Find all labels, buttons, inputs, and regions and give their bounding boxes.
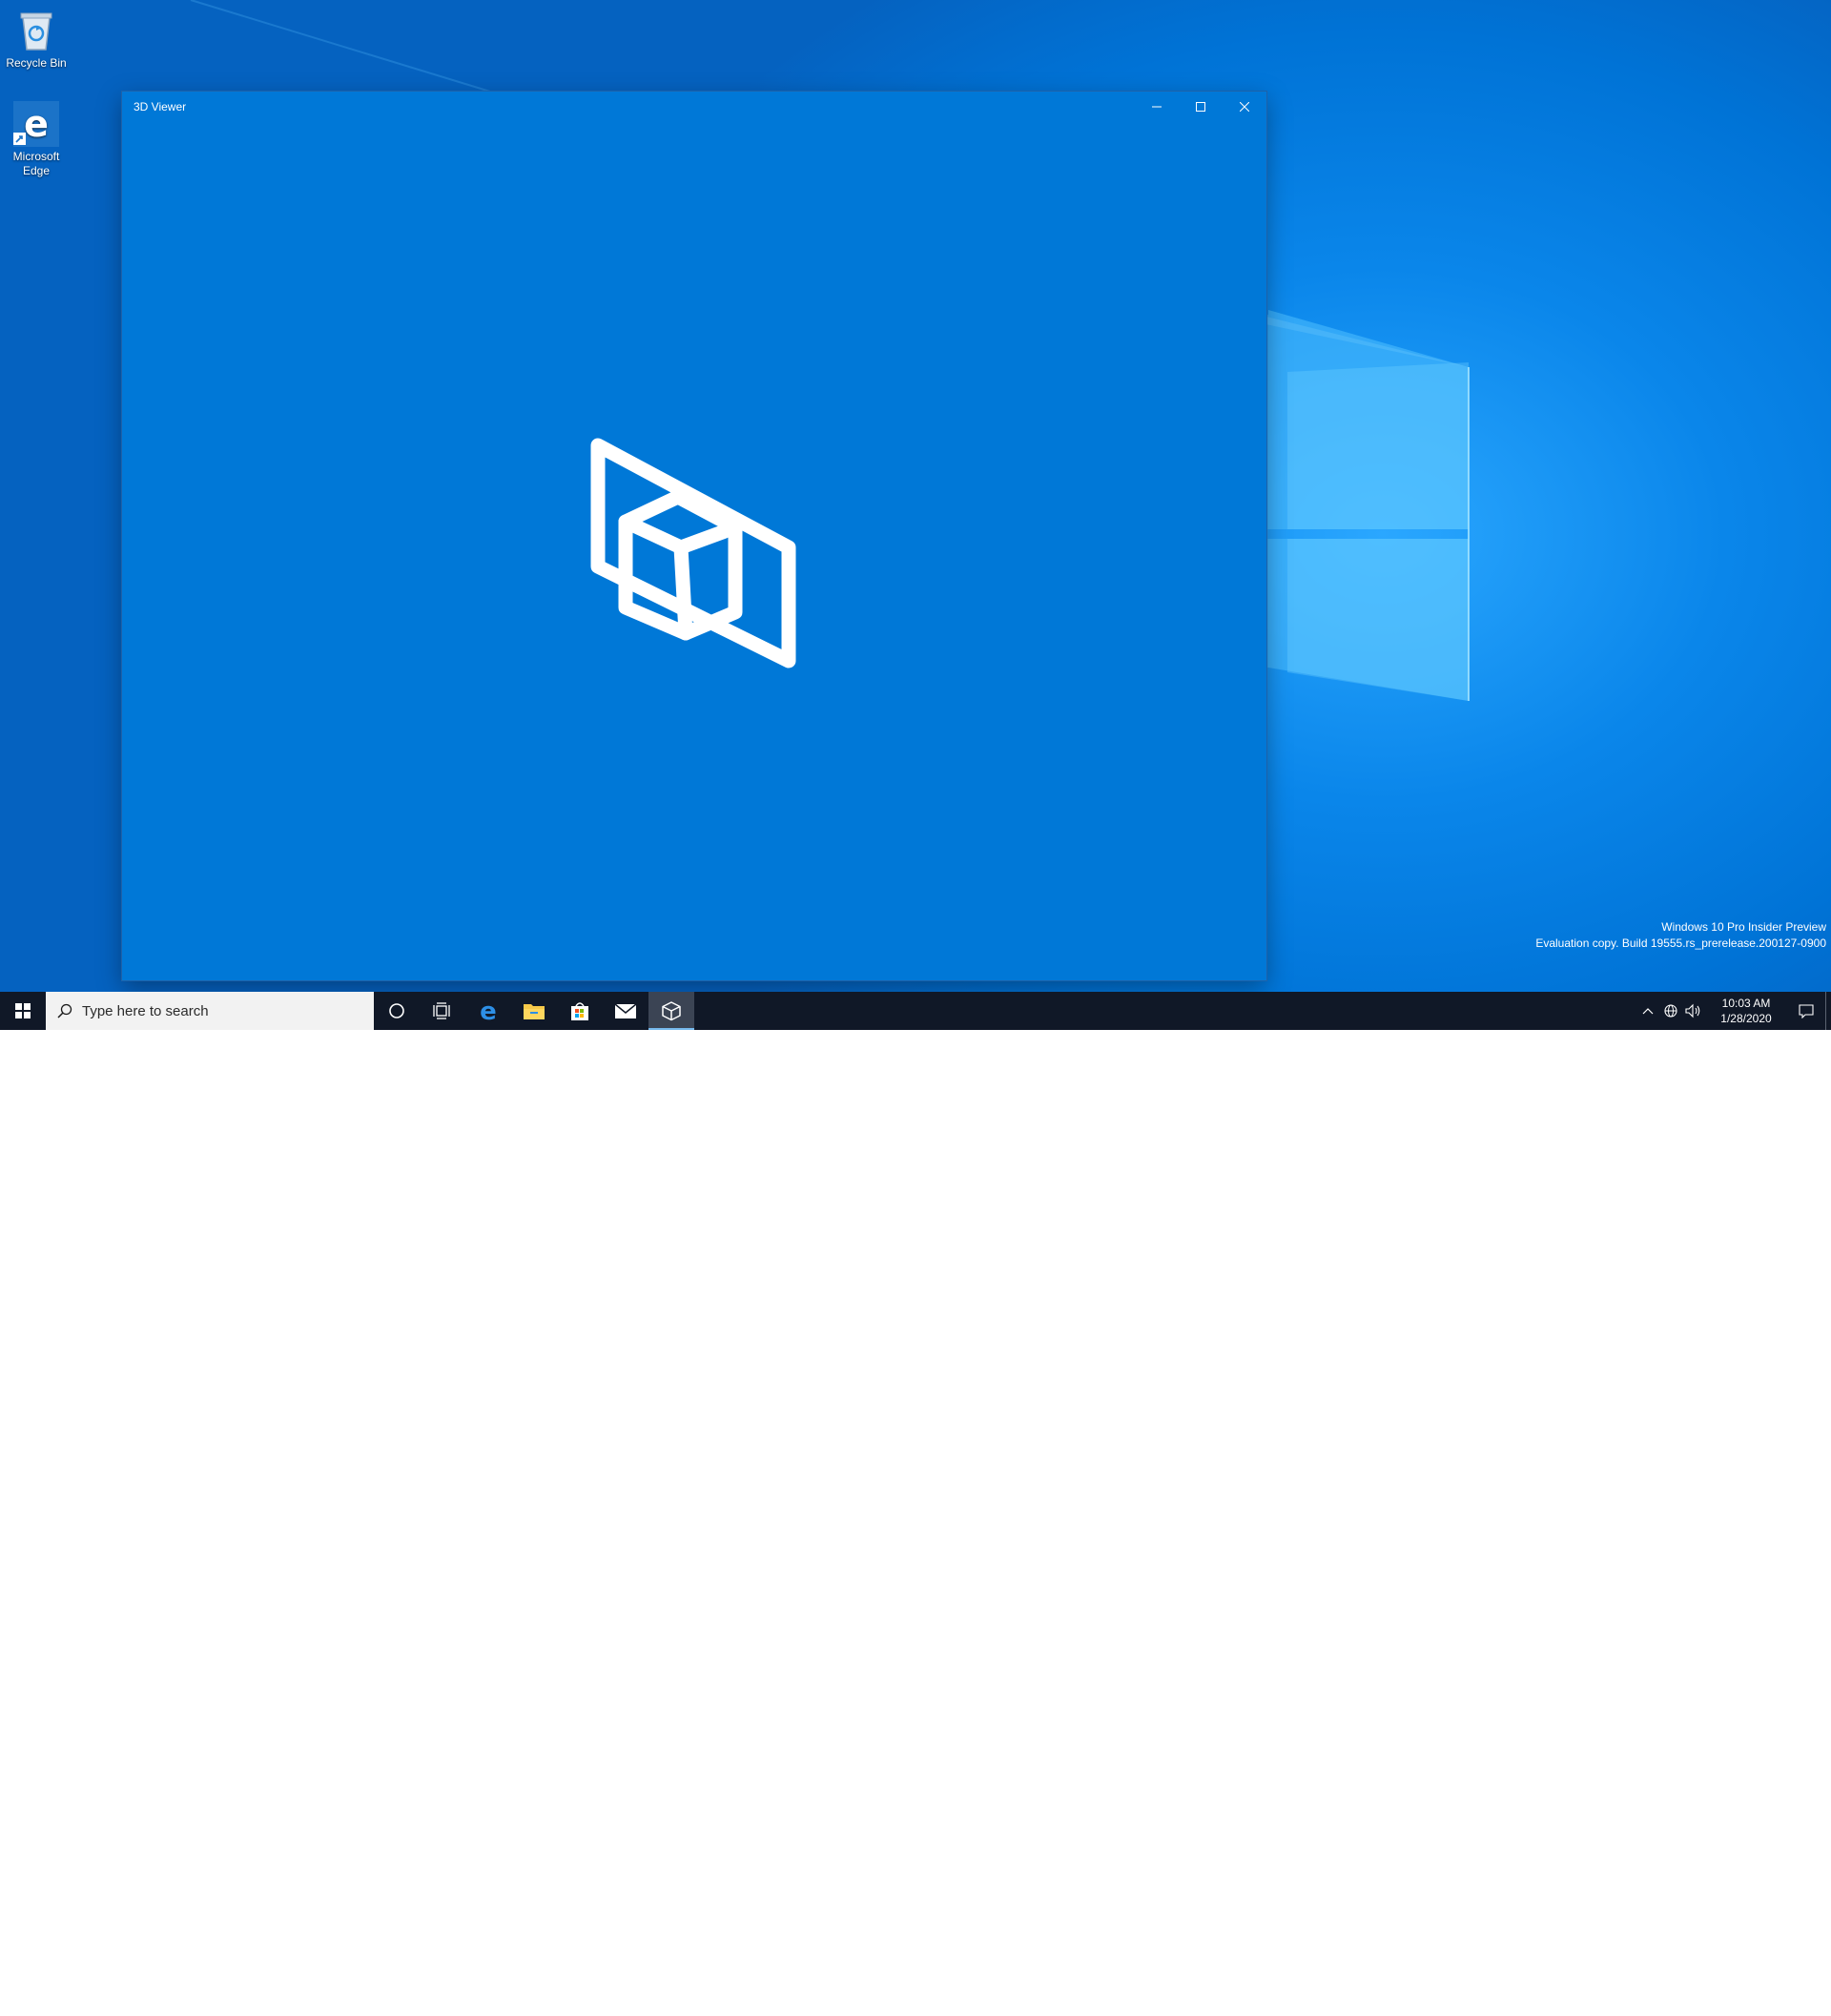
search-input[interactable] — [80, 1001, 360, 1020]
minimize-icon — [1152, 106, 1162, 108]
3d-viewer-logo-icon — [590, 438, 796, 669]
task-view-icon — [433, 1002, 450, 1019]
file-explorer-button[interactable] — [511, 992, 557, 1030]
windows-logo-icon — [15, 1003, 31, 1018]
store-button[interactable] — [557, 992, 603, 1030]
task-view-button[interactable] — [420, 992, 465, 1030]
desktop-icon-recycle-bin[interactable]: Recycle Bin — [4, 8, 69, 71]
taskbar-edge-button[interactable]: e — [465, 992, 511, 1030]
start-button[interactable] — [0, 992, 46, 1030]
clock-time: 10:03 AM — [1721, 997, 1771, 1010]
cortana-icon — [389, 1003, 404, 1018]
3d-viewer-window[interactable]: 3D Viewer — [122, 92, 1266, 980]
maximize-button[interactable] — [1179, 92, 1223, 122]
window-titlebar[interactable]: 3D Viewer — [122, 92, 1266, 122]
clock-date: 1/28/2020 — [1720, 1012, 1772, 1025]
desktop-icon-label: Recycle Bin — [6, 56, 67, 70]
overlay-logo-text: TheCollectionBook — [1650, 1985, 1810, 2007]
edge-icon: e — [480, 999, 497, 1022]
svg-text:e: e — [24, 103, 49, 145]
chevron-up-icon — [1642, 1008, 1654, 1015]
build-watermark: Windows 10 Pro Insider Preview Evaluatio… — [1535, 919, 1826, 952]
watermark-line-edition: Windows 10 Pro Insider Preview — [1661, 920, 1826, 934]
store-icon — [571, 1002, 588, 1020]
mail-button[interactable] — [603, 992, 648, 1030]
window-title: 3D Viewer — [134, 100, 187, 113]
taskbar-3d-viewer-button[interactable] — [648, 992, 694, 1030]
mail-icon — [614, 1003, 637, 1018]
show-hidden-icons-button[interactable] — [1636, 992, 1659, 1030]
show-desktop-button[interactable] — [1825, 992, 1831, 1030]
recycle-bin-icon — [13, 8, 59, 53]
taskbar: e — [0, 992, 1831, 2014]
desktop: Recycle Bin e Microsoft Edge 3D Viewer W… — [0, 0, 1831, 992]
action-center-button[interactable] — [1787, 992, 1825, 1030]
close-button[interactable] — [1223, 92, 1266, 122]
volume-button[interactable] — [1682, 992, 1705, 1030]
edge-icon: e — [13, 101, 59, 147]
system-tray: 10:03 AM 1/28/2020 — [1636, 992, 1831, 1030]
taskbar-search-box[interactable] — [46, 992, 374, 1030]
svg-text:e: e — [480, 999, 497, 1022]
book-logo-icon — [1605, 1982, 1649, 2014]
notification-icon — [1799, 1004, 1814, 1018]
search-icon — [57, 1003, 72, 1018]
minimize-button[interactable] — [1135, 92, 1179, 122]
desktop-icon-label: Microsoft Edge — [12, 150, 60, 177]
speaker-icon — [1685, 1003, 1700, 1018]
desktop-icon-edge[interactable]: e Microsoft Edge — [4, 101, 69, 178]
cortana-button[interactable] — [374, 992, 420, 1030]
watermark-line-build: Evaluation copy. Build 19555.rs_prerelea… — [1535, 936, 1826, 950]
network-button[interactable] — [1659, 992, 1682, 1030]
3d-viewer-icon — [662, 1001, 681, 1021]
maximize-icon — [1196, 102, 1205, 112]
close-icon — [1240, 102, 1249, 112]
file-explorer-icon — [524, 1004, 545, 1019]
window-controls — [1135, 92, 1266, 122]
network-globe-icon — [1664, 1004, 1677, 1018]
taskbar-clock[interactable]: 10:03 AM 1/28/2020 — [1709, 996, 1783, 1026]
overlay-watermark-logo: TheCollectionBook — [1604, 1978, 1810, 2016]
